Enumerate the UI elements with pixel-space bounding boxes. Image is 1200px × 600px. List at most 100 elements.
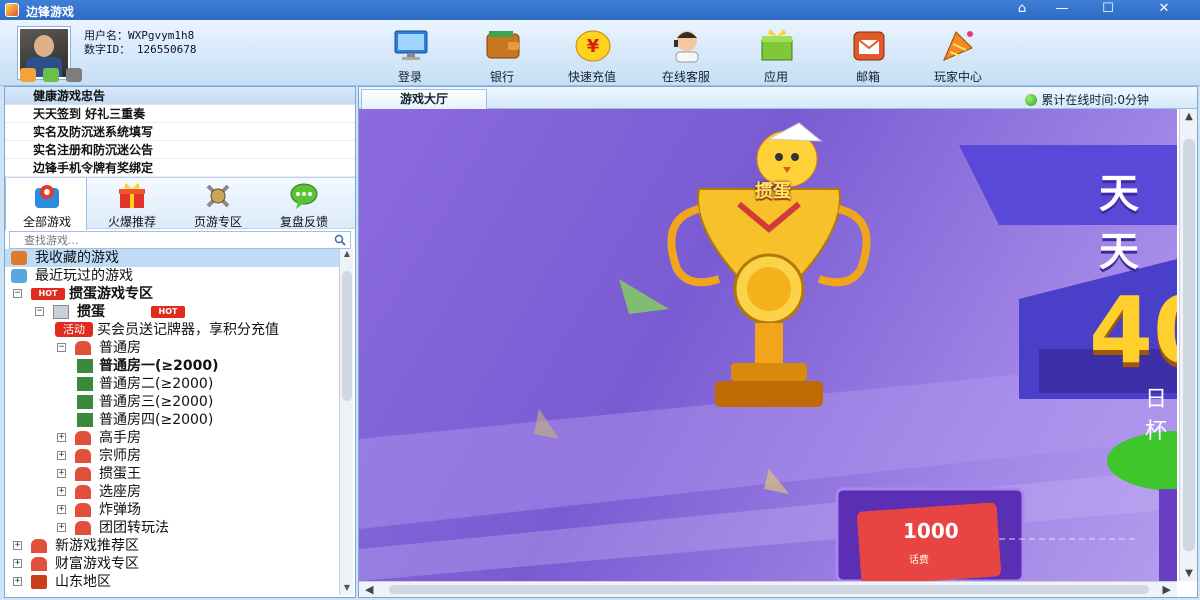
gift-box-icon	[761, 29, 793, 61]
player-center-label: 玩家中心	[933, 70, 982, 84]
scroll-down-icon[interactable]: ▼	[340, 583, 354, 595]
scroll-up-icon[interactable]: ▲	[1180, 111, 1198, 122]
notice-item[interactable]: 实名及防沉迷系统填写	[5, 123, 355, 141]
tree-item-label: 高手房	[99, 430, 141, 446]
tree-item-label: 买会员送记牌器，享积分充值	[97, 322, 279, 338]
heart-folder-icon	[11, 251, 27, 265]
tree-item-favorites[interactable]: 我收藏的游戏	[5, 249, 339, 267]
notice-item[interactable]: 健康游戏忠告	[5, 87, 355, 105]
tree-item-zone-guandan[interactable]: − HOT 掼蛋游戏专区	[5, 285, 339, 303]
scroll-thumb[interactable]	[389, 585, 1149, 594]
tree-item-guandan[interactable]: − 掼蛋 HOT	[5, 303, 339, 321]
online-support-button[interactable]: 在线客服	[650, 24, 722, 84]
tree-item-label: 炸弹场	[99, 502, 141, 518]
house-icon	[75, 485, 91, 499]
collapse-icon[interactable]: −	[13, 289, 22, 298]
crown-icon[interactable]	[65, 68, 82, 82]
mailbox-label: 邮箱	[855, 70, 880, 84]
tree-item-expert-room[interactable]: + 高手房	[5, 429, 339, 447]
tree-item-bomb-field[interactable]: + 炸弹场	[5, 501, 339, 519]
expand-icon[interactable]: +	[57, 433, 66, 442]
house-icon	[75, 341, 91, 355]
notice-item[interactable]: 天天签到 好礼三重奏	[5, 105, 355, 123]
tree-item-room-2[interactable]: 普通房二(≥2000)	[5, 375, 339, 393]
collapse-icon[interactable]: −	[35, 307, 44, 316]
expand-icon[interactable]: +	[57, 523, 66, 532]
activity-badge: 活动	[55, 322, 93, 337]
scroll-down-icon[interactable]: ▼	[1180, 568, 1198, 579]
scroll-up-icon[interactable]: ▲	[340, 249, 354, 261]
tree-item-room-3[interactable]: 普通房三(≥2000)	[5, 393, 339, 411]
promo-banner[interactable]: 掼蛋 天天 40 日杯 1000 话费	[359, 109, 1177, 581]
tree-scrollbar[interactable]: ▲ ▼	[339, 249, 353, 595]
scroll-thumb[interactable]	[342, 271, 352, 401]
tree-item-team-play[interactable]: + 团团转玩法	[5, 519, 339, 537]
tree-item-room-1[interactable]: 普通房一(≥2000)	[5, 357, 339, 375]
expand-icon[interactable]: +	[13, 541, 22, 550]
tree-item-label: 掼蛋王	[99, 466, 141, 482]
quick-recharge-button[interactable]: ¥ 快速充值	[556, 24, 628, 84]
scroll-right-icon[interactable]: ▶	[1163, 583, 1171, 596]
house-icon	[75, 467, 91, 481]
tab-hot-recommend[interactable]: 火爆推荐	[91, 178, 173, 230]
tab-all-games[interactable]: 全部游戏	[5, 178, 87, 230]
notice-item[interactable]: 边锋手机令牌有奖绑定	[5, 159, 355, 177]
tree-item-label: 掼蛋	[77, 304, 105, 320]
tree-item-room-4[interactable]: 普通房四(≥2000)	[5, 411, 339, 429]
expand-icon[interactable]: +	[57, 469, 66, 478]
content-vertical-scrollbar[interactable]: ▲ ▼	[1179, 109, 1197, 581]
tree-item-new-games[interactable]: + 新游戏推荐区	[5, 537, 339, 555]
banner-big-number: 40	[1089, 277, 1177, 384]
online-time-label: 累计在线时间:0分钟	[1041, 93, 1149, 107]
crossed-swords-icon	[206, 184, 230, 208]
tab-game-lobby[interactable]: 游戏大厅	[361, 89, 487, 109]
maximize-button[interactable]: ☐	[1094, 1, 1122, 18]
tab-web-games[interactable]: 页游专区	[177, 178, 259, 230]
collapse-icon[interactable]: −	[57, 343, 66, 352]
expand-icon[interactable]: +	[57, 505, 66, 514]
monitor-icon	[394, 30, 428, 60]
level-icon[interactable]	[20, 68, 36, 82]
expand-icon[interactable]: +	[13, 559, 22, 568]
gift-icon	[119, 183, 145, 208]
expand-icon[interactable]: +	[13, 577, 22, 586]
expand-icon[interactable]: +	[57, 487, 66, 496]
login-button[interactable]: 登录	[374, 24, 446, 84]
expand-icon[interactable]: +	[57, 451, 66, 460]
quick-recharge-label: 快速充值	[567, 70, 616, 84]
home-button[interactable]: ⌂	[1008, 1, 1036, 18]
header-toolbar: 用户名：WXPgvym1h8 数字ID： 126550678 登录 银行 ¥ 快…	[0, 20, 1200, 86]
game-tree: 我收藏的游戏 最近玩过的游戏 − HOT 掼蛋游戏专区 − 掼蛋 HOT 活动 …	[5, 249, 339, 597]
tree-item-seat-room[interactable]: + 选座房	[5, 483, 339, 501]
tree-item-shandong[interactable]: + 山东地区	[5, 573, 339, 591]
search-input[interactable]	[10, 232, 330, 248]
frog-icon[interactable]	[42, 68, 59, 82]
player-center-button[interactable]: 玩家中心	[922, 24, 994, 84]
scroll-left-icon[interactable]: ◀	[365, 583, 373, 596]
online-support-label: 在线客服	[661, 70, 710, 84]
apps-button[interactable]: 应用	[740, 24, 812, 84]
content-tab-bar: 游戏大厅 累计在线时间:0分钟	[359, 87, 1197, 109]
title-bar: 边锋游戏 ⌂ — ☐ ✕	[0, 0, 1200, 20]
coupon-label: 话费	[909, 555, 929, 566]
mailbox-button[interactable]: 邮箱	[832, 24, 904, 84]
bank-button[interactable]: 银行	[466, 24, 538, 84]
notice-item[interactable]: 实名注册和防沉迷公告	[5, 141, 355, 159]
tree-item-normal-room[interactable]: − 普通房	[5, 339, 339, 357]
recent-games-icon	[11, 269, 27, 283]
tab-replay-feedback[interactable]: 复盘反馈	[263, 178, 345, 230]
scroll-thumb[interactable]	[1183, 139, 1195, 551]
tree-item-guandan-king[interactable]: + 掼蛋王	[5, 465, 339, 483]
tree-item-master-room[interactable]: + 宗师房	[5, 447, 339, 465]
banner-subtitle: 日杯	[1145, 387, 1168, 444]
tree-item-label: 掼蛋游戏专区	[69, 286, 153, 302]
tree-item-recent[interactable]: 最近玩过的游戏	[5, 267, 339, 285]
game-icon	[53, 305, 69, 319]
tree-item-label: 普通房四(≥2000)	[99, 412, 214, 428]
tree-item-fortune-zone[interactable]: + 财富游戏专区	[5, 555, 339, 573]
content-horizontal-scrollbar[interactable]: ◀ ▶	[359, 581, 1177, 597]
minimize-button[interactable]: —	[1048, 1, 1076, 18]
search-icon[interactable]	[334, 234, 346, 246]
close-button[interactable]: ✕	[1150, 1, 1178, 18]
tree-item-activity[interactable]: 活动 买会员送记牌器，享积分充值	[5, 321, 339, 339]
